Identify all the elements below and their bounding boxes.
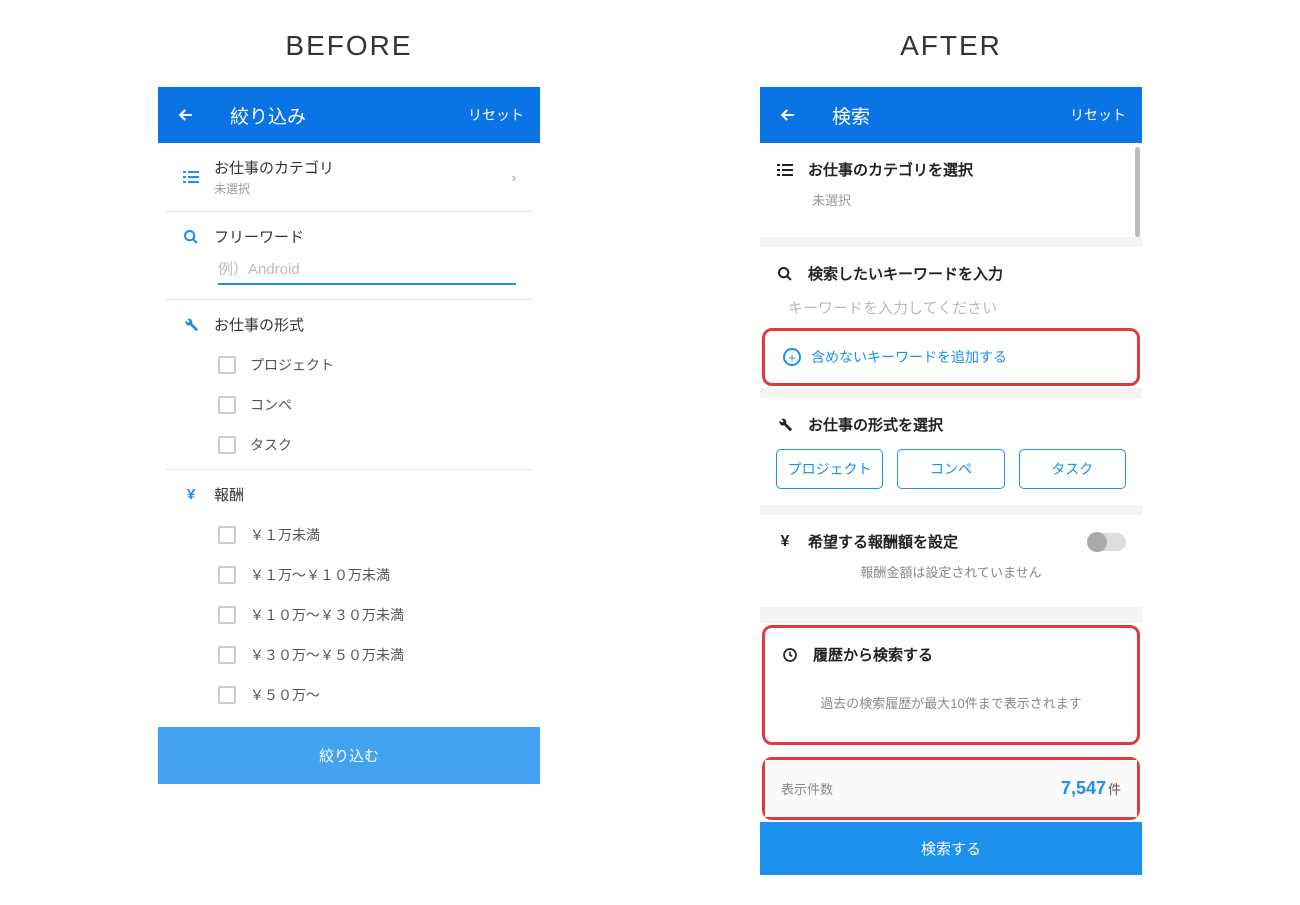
fee-label: 報酬 xyxy=(214,484,244,505)
count-label: 表示件数 xyxy=(781,779,833,798)
highlight-count: 表示件数 7,547件 xyxy=(762,757,1140,820)
keyword-label: 検索したいキーワードを入力 xyxy=(808,263,1003,284)
highlight-history: 履歴から検索する 過去の検索履歴が最大10件まで表示されます xyxy=(762,625,1140,745)
checkbox-compe[interactable]: コンペ xyxy=(218,395,516,415)
plus-circle-icon: + xyxy=(783,348,801,366)
category-label: お仕事のカテゴリ xyxy=(214,157,334,178)
format-label: お仕事の形式 xyxy=(214,314,304,335)
wrench-icon xyxy=(182,317,200,332)
checkbox-fee-2[interactable]: ￥１０万～￥３０万未満 xyxy=(218,605,516,625)
fee-section: ¥ 希望する報酬額を設定 報酬金額は設定されていません xyxy=(760,515,1142,607)
count-unit: 件 xyxy=(1108,782,1121,797)
category-label: お仕事のカテゴリを選択 xyxy=(808,159,973,180)
yen-icon: ¥ xyxy=(182,486,200,503)
search-icon xyxy=(776,266,794,282)
format-section: お仕事の形式を選択 プロジェクト コンペ タスク xyxy=(760,398,1142,505)
keyword-section: 検索したいキーワードを入力 xyxy=(760,247,1142,326)
add-exclude-button[interactable]: + 含めないキーワードを追加する xyxy=(765,331,1137,383)
search-icon xyxy=(182,229,200,245)
fee-section: ¥ 報酬 ￥１万未満 ￥１万～￥１０万未満 ￥１０万～￥３０万未満 ￥３０万～￥… xyxy=(166,470,532,719)
filter-button[interactable]: 絞り込む xyxy=(158,727,540,784)
header-title: 絞り込み xyxy=(230,102,468,129)
count-value: 7,547 xyxy=(1061,778,1106,798)
divider xyxy=(760,747,1142,755)
fee-note: 報酬金額は設定されていません xyxy=(776,552,1126,591)
keyword-input[interactable] xyxy=(788,300,1126,317)
category-value: 未選択 xyxy=(214,180,334,197)
divider xyxy=(760,505,1142,515)
back-arrow-icon[interactable] xyxy=(174,103,198,127)
exclude-label: 含めないキーワードを追加する xyxy=(811,347,1007,367)
header: 検索 リセット xyxy=(760,87,1142,143)
before-label: BEFORE xyxy=(285,30,412,62)
clock-icon xyxy=(781,647,799,663)
wrench-icon xyxy=(776,417,794,432)
chip-task[interactable]: タスク xyxy=(1019,449,1126,489)
checkbox-fee-4[interactable]: ￥５０万～ xyxy=(218,685,516,705)
format-section: お仕事の形式 プロジェクト コンペ タスク xyxy=(166,300,532,470)
chip-compe[interactable]: コンペ xyxy=(897,449,1004,489)
reset-button[interactable]: リセット xyxy=(1070,105,1126,125)
chevron-right-icon: › xyxy=(512,170,516,185)
checkbox-fee-3[interactable]: ￥３０万～￥５０万未満 xyxy=(218,645,516,665)
freeword-label: フリーワード xyxy=(214,226,304,247)
checkbox-fee-1[interactable]: ￥１万～￥１０万未満 xyxy=(218,565,516,585)
category-row[interactable]: お仕事のカテゴリ 未選択 › xyxy=(166,143,532,212)
search-button[interactable]: 検索する xyxy=(760,822,1142,875)
checkbox-project[interactable]: プロジェクト xyxy=(218,355,516,375)
highlight-exclude: + 含めないキーワードを追加する xyxy=(762,328,1140,386)
header-title: 検索 xyxy=(832,102,1070,129)
before-screen: 絞り込み リセット お仕事のカテゴリ 未選択 › xyxy=(158,87,540,784)
back-arrow-icon[interactable] xyxy=(776,103,800,127)
category-value: 未選択 xyxy=(776,180,1126,221)
freeword-input[interactable] xyxy=(218,261,516,278)
chip-project[interactable]: プロジェクト xyxy=(776,449,883,489)
history-label: 履歴から検索する xyxy=(813,644,933,665)
category-row[interactable]: お仕事のカテゴリを選択 未選択 xyxy=(760,143,1142,237)
divider xyxy=(760,237,1142,247)
checkbox-task[interactable]: タスク xyxy=(218,435,516,455)
checkbox-fee-0[interactable]: ￥１万未満 xyxy=(218,525,516,545)
list-icon xyxy=(776,164,794,176)
reset-button[interactable]: リセット xyxy=(468,105,524,125)
count-row: 表示件数 7,547件 xyxy=(765,760,1137,817)
scrollbar[interactable] xyxy=(1135,147,1140,237)
after-screen: 検索 リセット お仕事のカテゴリを選択 未選択 xyxy=(760,87,1142,875)
after-label: AFTER xyxy=(900,30,1002,62)
fee-label: 希望する報酬額を設定 xyxy=(808,531,958,552)
divider xyxy=(760,388,1142,398)
fee-toggle[interactable] xyxy=(1088,533,1126,551)
history-note: 過去の検索履歴が最大10件まで表示されます xyxy=(781,683,1121,722)
header: 絞り込み リセット xyxy=(158,87,540,143)
freeword-section: フリーワード xyxy=(166,212,532,300)
divider xyxy=(760,607,1142,623)
list-icon xyxy=(182,171,200,183)
yen-icon: ¥ xyxy=(776,533,794,551)
format-label: お仕事の形式を選択 xyxy=(808,414,943,435)
